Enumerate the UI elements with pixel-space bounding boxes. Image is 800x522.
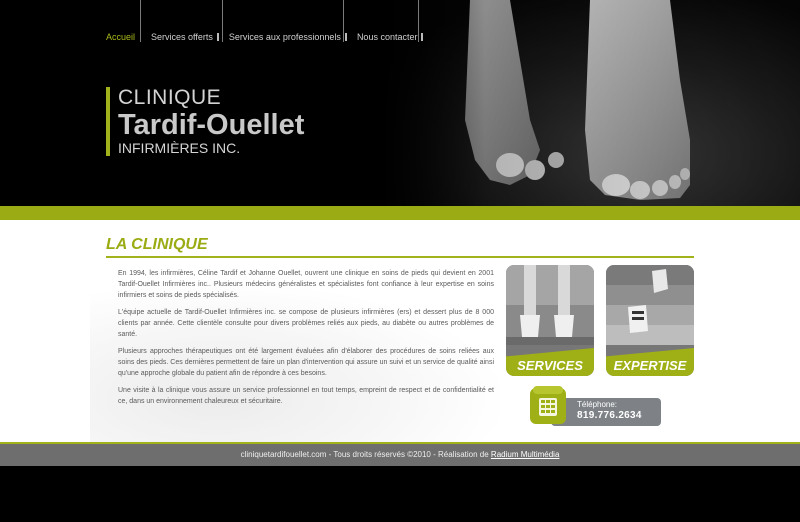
nav-item-label: Services aux professionnels xyxy=(228,32,341,42)
expertise-card[interactable]: EXPERTISE xyxy=(606,265,694,376)
nav-item-accueil[interactable]: Accueil xyxy=(106,32,151,42)
main-nav: Accueil Services offerts Services aux pr… xyxy=(106,30,433,44)
logo-line-name: Tardif-Ouellet xyxy=(118,109,305,141)
expertise-label: EXPERTISE xyxy=(606,348,694,376)
feet-photo xyxy=(380,0,800,206)
logo-line-infirmieres: INFIRMIÈRES INC. xyxy=(118,140,241,156)
nav-separator xyxy=(216,33,219,41)
phone-contact[interactable]: Téléphone: 819.776.2634 xyxy=(527,382,662,428)
paragraph: Plusieurs approches thérapeutiques ont é… xyxy=(118,348,494,377)
header: Accueil Services offerts Services aux pr… xyxy=(0,0,800,206)
nav-separator xyxy=(421,33,424,41)
nav-item-services-professionnels[interactable]: Services aux professionnels xyxy=(229,32,357,42)
footer: cliniquetardifouellet.com - Tous droits … xyxy=(0,442,800,466)
main-content: LA CLINIQUE En 1994, les infirmières, Cé… xyxy=(0,220,800,442)
nav-item-label: Services offerts xyxy=(151,32,213,42)
nav-separator xyxy=(139,33,141,41)
paragraph: L'équipe actuelle de Tardif-Ouellet Infi… xyxy=(118,309,494,338)
logo-line-clinique: CLINIQUE xyxy=(118,86,222,109)
nav-item-label: Accueil xyxy=(106,32,136,42)
ballet-feet-image xyxy=(506,265,594,345)
services-card[interactable]: SERVICES xyxy=(506,265,594,376)
phone-number: 819.776.2634 xyxy=(577,410,642,421)
paragraph: En 1994, les infirmières, Céline Tardif … xyxy=(118,270,494,299)
nav-separator xyxy=(344,33,347,41)
intro-text: En 1994, les infirmières, Céline Tardif … xyxy=(118,268,494,413)
running-shoes-image xyxy=(606,265,694,345)
services-label: SERVICES xyxy=(506,348,594,376)
page-title: LA CLINIQUE xyxy=(106,236,694,258)
nav-item-services-offerts[interactable]: Services offerts xyxy=(151,32,229,42)
paragraph: Une visite à la clinique vous assure un … xyxy=(118,387,494,405)
phone-label: Téléphone: xyxy=(577,400,618,409)
nav-item-label: Nous contacter xyxy=(356,32,418,42)
clinic-logo[interactable]: CLINIQUE Tardif-Ouellet INFIRMIÈRES INC. xyxy=(106,87,304,156)
accent-bar xyxy=(0,206,800,220)
footer-credit-link[interactable]: Radium Multimédia xyxy=(491,450,559,459)
footer-copyright: cliniquetardifouellet.com - Tous droits … xyxy=(240,450,491,459)
telephone-icon xyxy=(530,386,566,424)
nav-item-nous-contacter[interactable]: Nous contacter xyxy=(357,32,434,42)
